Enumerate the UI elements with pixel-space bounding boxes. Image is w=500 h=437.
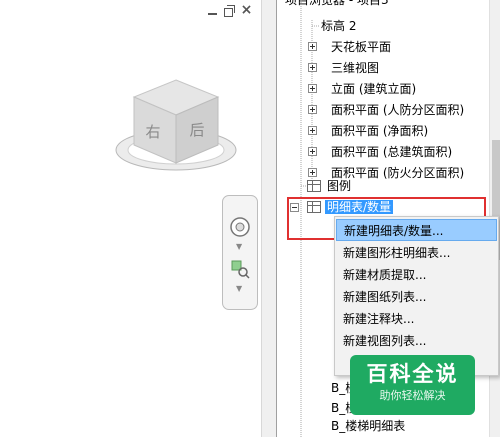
legend-icon xyxy=(307,180,321,192)
menu-item-new-schedule-quantities[interactable]: 新建明细表/数量... xyxy=(336,219,497,241)
tree-item-3d-view[interactable]: 三维视图 xyxy=(331,58,379,78)
chevron-down-icon[interactable]: ▼ xyxy=(236,284,242,293)
tree-item-area-plan-net[interactable]: 面积平面 (净面积) xyxy=(331,121,428,141)
expand-icon[interactable] xyxy=(308,168,317,177)
tree-item-level-2[interactable]: 标高 2 xyxy=(321,16,356,36)
menu-item-new-sheet-list[interactable]: 新建图纸列表... xyxy=(336,286,497,308)
window-controls: × xyxy=(206,3,253,17)
tree-item-area-plan-civil-defense[interactable]: 面积平面 (人防分区面积) xyxy=(331,100,464,120)
expand-icon[interactable] xyxy=(308,42,317,51)
expand-icon[interactable] xyxy=(308,105,317,114)
expand-icon[interactable] xyxy=(308,147,317,156)
menu-item-new-graphical-column-schedule[interactable]: 新建图形柱明细表... xyxy=(336,242,497,264)
browser-title: 项目浏览器 - 项目3 xyxy=(285,0,389,7)
menu-item-new-view-list[interactable]: 新建视图列表... xyxy=(336,330,497,352)
close-icon[interactable]: × xyxy=(240,3,253,17)
watermark-title: 百科全说 xyxy=(366,362,459,386)
expand-icon[interactable] xyxy=(308,84,317,93)
viewcube-face-right[interactable]: 后 xyxy=(189,121,204,139)
drawing-viewport[interactable]: × 右 后 ▼ ▼ xyxy=(0,0,261,437)
steering-wheel-icon[interactable] xyxy=(229,216,251,238)
watermark-subtitle: 助你轻松解决 xyxy=(379,389,446,402)
zoom-region-icon[interactable] xyxy=(229,258,251,280)
menu-item-new-note-block[interactable]: 新建注释块... xyxy=(336,308,497,330)
restore-icon[interactable] xyxy=(223,4,236,17)
expand-icon[interactable] xyxy=(308,63,317,72)
tree-item-b-stair-schedule[interactable]: B_楼梯明细表 xyxy=(331,416,405,436)
tree-item-legends[interactable]: 图例 xyxy=(327,176,351,196)
minimize-icon[interactable] xyxy=(206,4,219,17)
menu-item-new-material-takeoff[interactable]: 新建材质提取... xyxy=(336,264,497,286)
viewport-scrollbar[interactable] xyxy=(261,0,276,437)
tree-item-area-plan-gross[interactable]: 面积平面 (总建筑面积) xyxy=(331,142,452,162)
viewcube-face-left[interactable]: 右 xyxy=(145,123,160,141)
navigation-bar: ▼ ▼ xyxy=(222,195,258,310)
chevron-down-icon[interactable]: ▼ xyxy=(236,242,242,251)
context-menu: 新建明细表/数量... 新建图形柱明细表... 新建材质提取... 新建图纸列表… xyxy=(334,216,499,376)
viewcube[interactable]: 右 后 xyxy=(108,75,243,185)
tree-item-elevation[interactable]: 立面 (建筑立面) xyxy=(331,79,416,99)
watermark-badge: 百科全说 助你轻松解决 xyxy=(350,355,475,415)
expand-icon[interactable] xyxy=(308,126,317,135)
tree-item-ceiling-plan[interactable]: 天花板平面 xyxy=(331,37,391,57)
